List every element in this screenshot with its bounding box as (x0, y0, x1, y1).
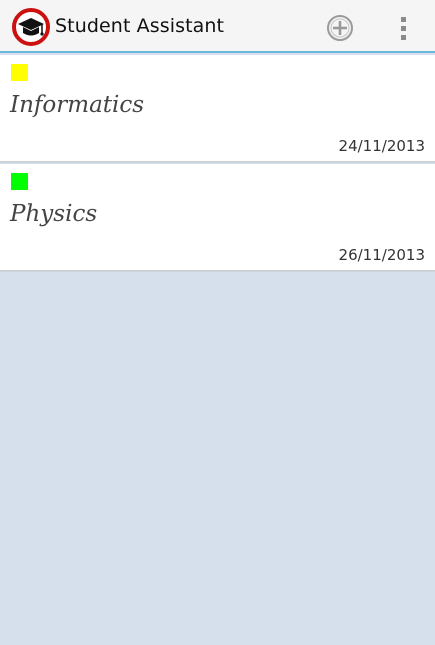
graduation-cap-icon[interactable] (12, 8, 50, 46)
subject-color-swatch (11, 64, 28, 81)
subject-name: Informatics (10, 92, 145, 118)
app-title: Student Assistant (55, 15, 225, 37)
subject-name: Physics (10, 201, 98, 227)
add-circle-icon[interactable] (326, 14, 354, 42)
subject-list: Informatics 24/11/2013 Physics 26/11/201… (0, 55, 435, 273)
overflow-menu-icon[interactable] (392, 14, 416, 42)
subject-color-swatch (11, 173, 28, 190)
list-item-physics[interactable]: Physics 26/11/2013 (0, 164, 435, 271)
subject-date: 24/11/2013 (338, 137, 425, 155)
subject-date: 26/11/2013 (338, 246, 425, 264)
action-bar: Student Assistant (0, 0, 435, 53)
list-item-informatics[interactable]: Informatics 24/11/2013 (0, 55, 435, 162)
